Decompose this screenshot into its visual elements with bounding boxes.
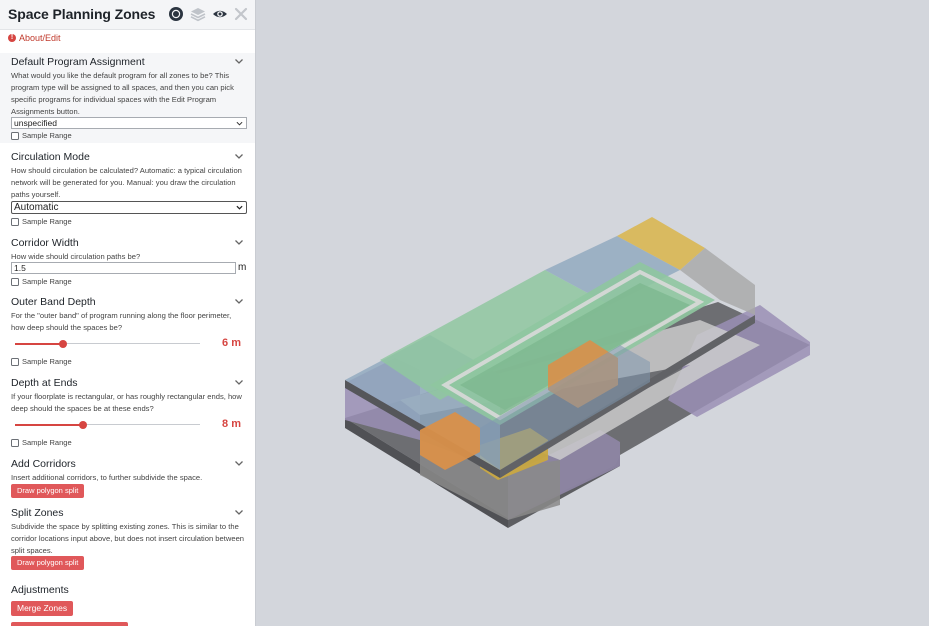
section-description: How should circulation be calculated? Au…: [11, 166, 242, 199]
chevron-down-icon[interactable]: [234, 237, 244, 247]
section-title: Add Corridors: [11, 458, 76, 470]
zone-model-3d[interactable]: [256, 0, 929, 626]
chevron-down-icon: [236, 205, 243, 210]
space-planning-panel: Space Planning Zones ! About/Edit Defaul…: [0, 0, 256, 626]
section-adjustments: Adjustments Merge Zones: [0, 582, 255, 626]
merge-zones-button[interactable]: Merge Zones: [11, 601, 74, 616]
sample-range-label: Sample Range: [22, 217, 72, 226]
panel-header: Space Planning Zones: [0, 0, 255, 30]
section-title: Outer Band Depth: [11, 296, 96, 308]
section-title: Depth at Ends: [11, 377, 78, 389]
section-title: Corridor Width: [11, 237, 79, 249]
section-circulation-mode: Circulation Mode How should circulation …: [0, 148, 255, 230]
layers-icon[interactable]: [190, 6, 206, 22]
chevron-down-icon[interactable]: [234, 56, 244, 66]
section-title: Adjustments: [11, 584, 69, 596]
circulation-mode-value: Automatic: [14, 202, 59, 213]
sample-range-label: Sample Range: [22, 438, 72, 447]
adjustments-button-2[interactable]: [11, 622, 128, 626]
corridor-width-input[interactable]: 1.5: [11, 262, 236, 274]
section-depth-at-ends: Depth at Ends If your floorplate is rect…: [0, 374, 255, 448]
about-edit-link[interactable]: ! About/Edit: [8, 33, 61, 43]
sample-range-checkbox[interactable]: [11, 357, 19, 366]
slider-fill: [15, 342, 63, 345]
sample-range-toggle[interactable]: Sample Range: [11, 438, 72, 447]
panel-title: Space Planning Zones: [8, 6, 156, 22]
circle-record-icon[interactable]: [168, 6, 184, 22]
section-default-program: Default Program Assignment What would yo…: [0, 53, 255, 143]
section-title: Circulation Mode: [11, 151, 90, 163]
sample-range-checkbox[interactable]: [11, 438, 19, 447]
default-program-select[interactable]: unspecified: [11, 117, 247, 129]
section-description: Subdivide the space by splitting existin…: [11, 522, 245, 555]
sample-range-checkbox[interactable]: [11, 277, 19, 286]
chevron-down-icon: [236, 121, 243, 126]
sample-range-checkbox[interactable]: [11, 217, 19, 226]
close-icon[interactable]: [233, 6, 249, 22]
sample-range-checkbox[interactable]: [11, 131, 19, 140]
chevron-down-icon[interactable]: [234, 458, 244, 468]
slider-fill: [15, 423, 83, 426]
circulation-mode-select[interactable]: Automatic: [11, 201, 247, 214]
draw-polygon-split-button[interactable]: Draw polygon split: [11, 556, 85, 570]
sample-range-label: Sample Range: [22, 277, 72, 286]
section-description: For the "outer band" of program running …: [11, 311, 232, 332]
slider-thumb[interactable]: [79, 421, 87, 429]
chevron-down-icon[interactable]: [234, 151, 244, 161]
chevron-down-icon[interactable]: [234, 296, 244, 306]
default-program-value: unspecified: [14, 118, 58, 128]
section-description: What would you like the default program …: [11, 71, 234, 116]
3d-viewport[interactable]: [256, 0, 929, 626]
slider-thumb[interactable]: [59, 340, 67, 348]
chevron-down-icon[interactable]: [234, 507, 244, 517]
section-add-corridors: Add Corridors Insert additional corridor…: [0, 455, 255, 499]
section-corridor-width: Corridor Width How wide should circulati…: [0, 234, 255, 289]
draw-polygon-split-button[interactable]: Draw polygon split: [11, 484, 85, 498]
section-description: If your floorplate is rectangular, or ha…: [11, 392, 242, 413]
section-split-zones: Split Zones Subdivide the space by split…: [0, 504, 255, 574]
corridor-width-unit: m: [238, 262, 247, 273]
sample-range-label: Sample Range: [22, 357, 72, 366]
eye-icon[interactable]: [212, 6, 228, 22]
section-title: Default Program Assignment: [11, 56, 145, 68]
about-edit-label: About/Edit: [19, 33, 61, 43]
info-icon: !: [8, 34, 16, 42]
sample-range-label: Sample Range: [22, 131, 72, 140]
chevron-down-icon[interactable]: [234, 377, 244, 387]
section-outer-band-depth: Outer Band Depth For the "outer band" of…: [0, 293, 255, 367]
sample-range-toggle[interactable]: Sample Range: [11, 357, 72, 366]
section-title: Split Zones: [11, 507, 64, 519]
outer-band-depth-value: 6 m: [222, 337, 241, 349]
section-description: Insert additional corridors, to further …: [11, 473, 203, 482]
sample-range-toggle[interactable]: Sample Range: [11, 131, 72, 140]
outer-band-depth-slider[interactable]: [15, 339, 200, 349]
depth-at-ends-slider[interactable]: [15, 420, 200, 430]
depth-at-ends-value: 8 m: [222, 418, 241, 430]
sample-range-toggle[interactable]: Sample Range: [11, 217, 72, 226]
sample-range-toggle[interactable]: Sample Range: [11, 277, 72, 286]
